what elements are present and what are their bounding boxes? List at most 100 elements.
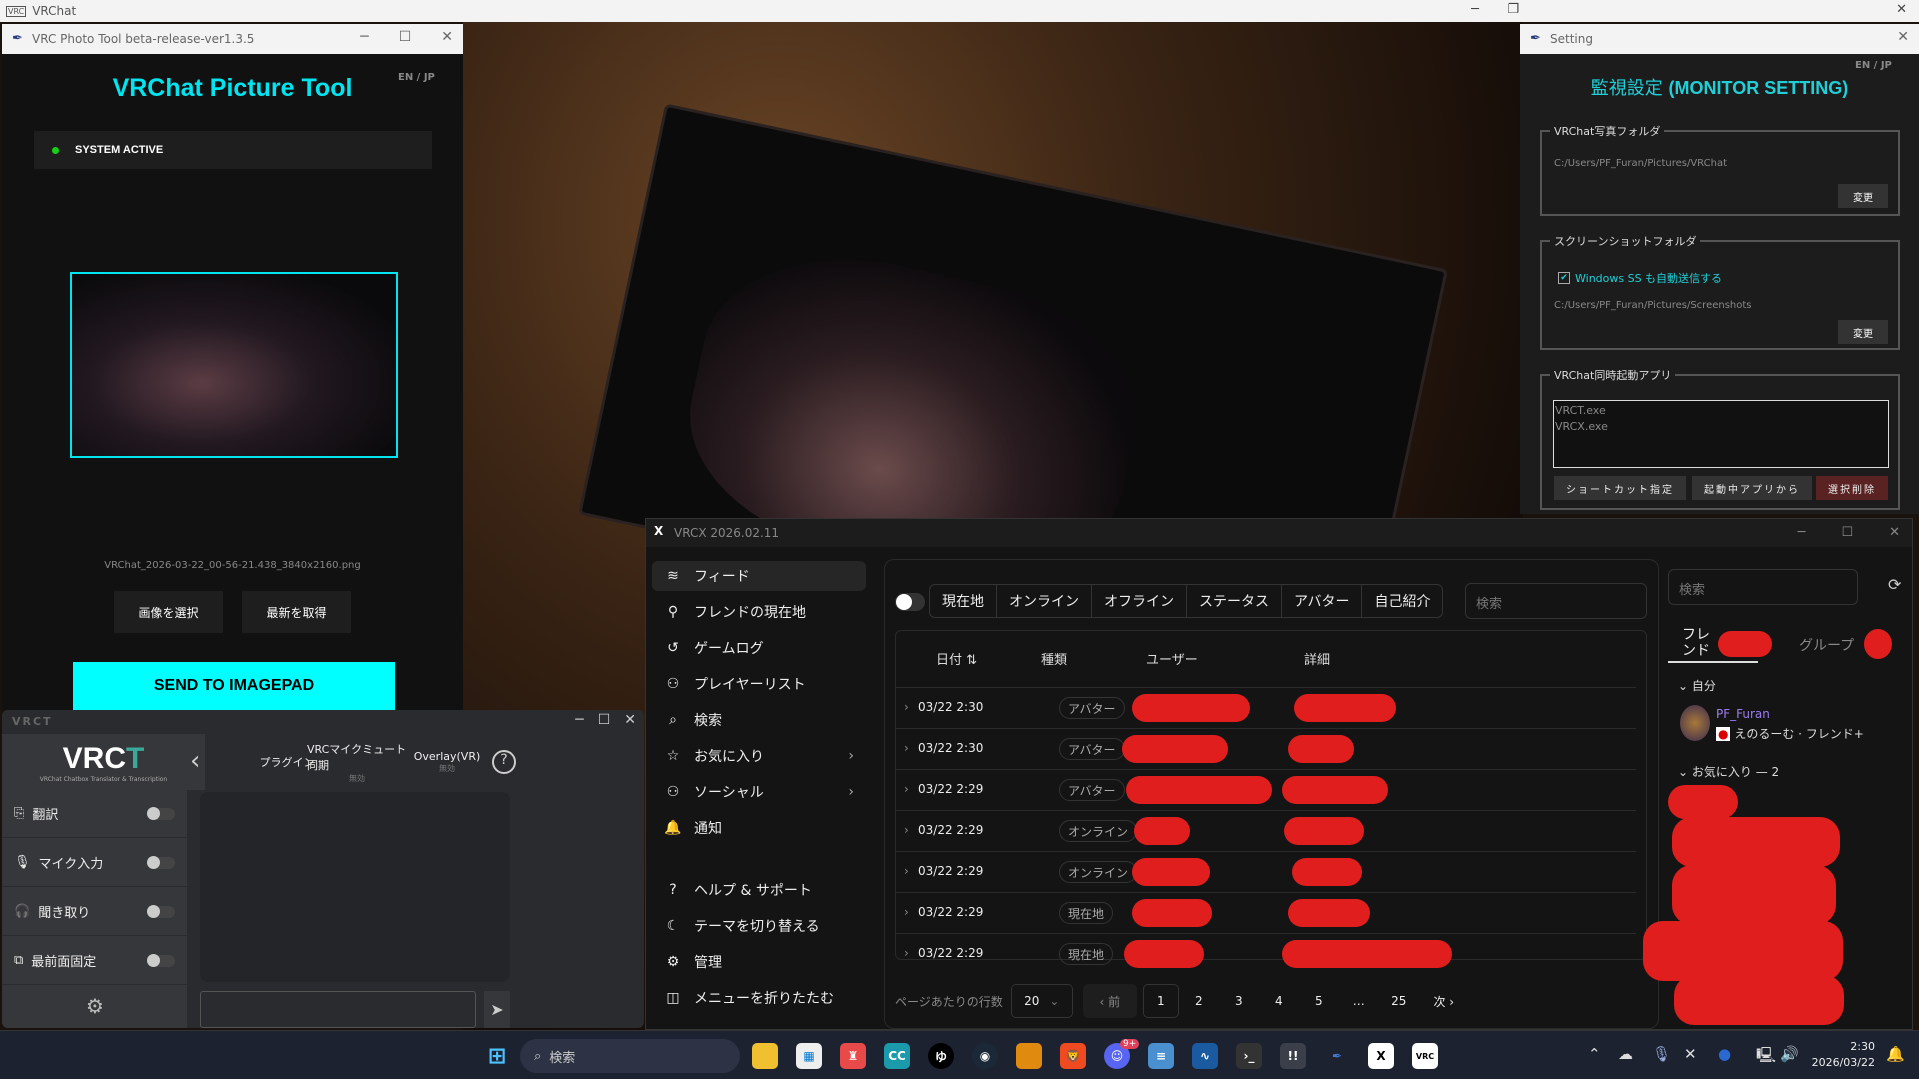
brave-icon[interactable]: 🦁 bbox=[1060, 1043, 1086, 1069]
close-button[interactable]: ✕ bbox=[1889, 525, 1900, 540]
network-icon[interactable]: 🖳 bbox=[1756, 1045, 1776, 1070]
always-on-top-toggle[interactable] bbox=[147, 954, 175, 967]
page-1[interactable]: 1 bbox=[1142, 984, 1179, 1018]
page-5[interactable]: 5 bbox=[1299, 984, 1339, 1018]
nav-collapse-menu[interactable]: ◫ メニューを折りたたむ bbox=[652, 983, 866, 1013]
clock[interactable]: 2:30 2026/03/22 bbox=[1812, 1039, 1875, 1071]
maximize-button[interactable]: ☐ bbox=[399, 29, 412, 45]
column-date[interactable]: 日付 ⇅ bbox=[936, 649, 977, 668]
app-list-item[interactable]: VRCX.exe bbox=[1555, 419, 1887, 435]
shortcut-button[interactable]: ショートカット指定 bbox=[1554, 476, 1686, 500]
page-25[interactable]: 25 bbox=[1379, 984, 1419, 1018]
filter-offline[interactable]: オフライン bbox=[1092, 585, 1187, 617]
help-icon[interactable]: ? bbox=[492, 750, 516, 774]
translation-toggle-row[interactable]: ⎘ 翻訳 bbox=[2, 790, 187, 838]
send-to-imagepad-button[interactable]: SEND TO IMAGEPAD bbox=[73, 662, 395, 710]
page-ellipsis[interactable]: … bbox=[1339, 984, 1379, 1018]
self-username[interactable]: PF_Furan bbox=[1716, 707, 1770, 721]
tab-friends[interactable]: フレンド bbox=[1682, 627, 1712, 659]
nav-search[interactable]: ⌕ 検索 bbox=[652, 705, 866, 735]
nav-favorites[interactable]: ☆ お気に入り › bbox=[652, 741, 866, 771]
app-list-item[interactable]: VRCT.exe bbox=[1555, 403, 1887, 419]
minimize-button[interactable]: ─ bbox=[1798, 525, 1806, 540]
listening-toggle-row[interactable]: 🎧 聞き取り bbox=[2, 888, 187, 936]
delete-selected-button[interactable]: 選択削除 bbox=[1816, 476, 1888, 500]
friend-search-input[interactable]: 検索 bbox=[1668, 569, 1858, 605]
nav-friends-location[interactable]: ⚲ フレンドの現在地 bbox=[652, 597, 866, 627]
translation-toggle[interactable] bbox=[147, 807, 175, 820]
table-row[interactable]: › 03/22 2:29 現在地 bbox=[896, 933, 1636, 974]
mic-toggle[interactable] bbox=[147, 856, 175, 869]
get-latest-button[interactable]: 最新を取得 bbox=[242, 591, 351, 633]
expand-chevron-icon[interactable]: › bbox=[904, 864, 909, 878]
steam-icon[interactable]: ◉ bbox=[972, 1043, 998, 1069]
volume-icon[interactable]: 🔊 bbox=[1780, 1045, 1799, 1063]
prev-page-button[interactable]: ‹ 前 bbox=[1082, 984, 1137, 1018]
expand-chevron-icon[interactable]: › bbox=[904, 946, 909, 960]
nav-manage[interactable]: ⚙ 管理 bbox=[652, 947, 866, 977]
close-button[interactable]: ✕ bbox=[441, 29, 453, 45]
nav-theme[interactable]: ☾ テーマを切り替える bbox=[652, 911, 866, 941]
avatar[interactable] bbox=[1680, 705, 1710, 741]
table-row[interactable]: › 03/22 2:29 オンライン bbox=[896, 810, 1636, 851]
nav-notifications[interactable]: 🔔 通知 bbox=[652, 813, 866, 843]
cc-icon[interactable]: CC bbox=[884, 1043, 910, 1069]
minimize-button[interactable]: ─ bbox=[1471, 2, 1479, 17]
terminal-icon[interactable]: ›_ bbox=[1236, 1043, 1262, 1069]
language-toggle[interactable]: EN / JP bbox=[398, 72, 435, 83]
close-button[interactable]: ✕ bbox=[1897, 29, 1909, 45]
expand-chevron-icon[interactable]: › bbox=[904, 782, 909, 796]
minimize-button[interactable]: ─ bbox=[360, 29, 368, 45]
select-image-button[interactable]: 画像を選択 bbox=[114, 591, 223, 633]
notepad-icon[interactable]: ≡ bbox=[1148, 1043, 1174, 1069]
refresh-icon[interactable]: ⟳ bbox=[1888, 575, 1901, 594]
start-windows-icon[interactable]: ⊞ bbox=[484, 1043, 510, 1069]
yu-app-icon[interactable]: ゆ bbox=[928, 1043, 954, 1069]
mic-input-toggle-row[interactable]: 🎙 マイク入力 bbox=[2, 839, 187, 887]
listening-toggle[interactable] bbox=[147, 905, 175, 918]
table-row[interactable]: › 03/22 2:29 アバター bbox=[896, 769, 1636, 810]
vrchat-taskbar-icon[interactable]: VRC bbox=[1412, 1043, 1438, 1069]
filter-status[interactable]: ステータス bbox=[1187, 585, 1282, 617]
feed-search-input[interactable]: 検索 bbox=[1465, 583, 1647, 619]
monitor-app-icon[interactable] bbox=[1016, 1043, 1042, 1069]
always-on-top-toggle-row[interactable]: ⧉ 最前面固定 bbox=[2, 937, 187, 985]
vrct-taskbar-icon[interactable]: !! bbox=[1280, 1043, 1306, 1069]
filter-online[interactable]: オンライン bbox=[997, 585, 1092, 617]
expand-chevron-icon[interactable]: › bbox=[904, 905, 909, 919]
nav-player-list[interactable]: ⚇ プレイヤーリスト bbox=[652, 669, 866, 699]
table-row[interactable]: › 03/22 2:30 アバター bbox=[896, 687, 1636, 728]
send-message-button[interactable]: ➤ bbox=[484, 991, 510, 1028]
language-toggle[interactable]: EN / JP bbox=[1855, 60, 1892, 71]
tab-groups[interactable]: グループ bbox=[1799, 635, 1854, 655]
collapse-chevron-icon[interactable]: ‹ bbox=[190, 746, 200, 776]
vrcx-taskbar-icon[interactable]: X bbox=[1368, 1043, 1394, 1069]
filter-location[interactable]: 現在地 bbox=[930, 585, 997, 617]
taskbar-search[interactable]: ⌕ 検索 bbox=[520, 1039, 740, 1073]
table-row[interactable]: › 03/22 2:30 アバター bbox=[896, 728, 1636, 769]
change-folder-button[interactable]: 変更 bbox=[1838, 320, 1888, 344]
minimize-button[interactable]: ─ bbox=[575, 712, 583, 728]
message-input[interactable] bbox=[200, 991, 476, 1028]
self-section-header[interactable]: ⌄ 自分 bbox=[1678, 677, 1716, 694]
tray-overflow-icon[interactable]: ⌃ bbox=[1588, 1045, 1601, 1063]
x-tray-icon[interactable]: ✕ bbox=[1684, 1045, 1697, 1063]
table-row[interactable]: › 03/22 2:29 現在地 bbox=[896, 892, 1636, 933]
from-running-button[interactable]: 起動中アプリから bbox=[1692, 476, 1812, 500]
microphone-tray-icon[interactable]: 🎙 bbox=[1652, 1045, 1671, 1063]
app-icon[interactable]: ♜ bbox=[840, 1043, 866, 1069]
file-explorer-icon[interactable] bbox=[752, 1043, 778, 1069]
onedrive-icon[interactable]: ☁ bbox=[1618, 1045, 1633, 1063]
close-button[interactable]: ✕ bbox=[1896, 2, 1907, 17]
app-tray-icon[interactable]: ● bbox=[1718, 1045, 1731, 1063]
page-4[interactable]: 4 bbox=[1259, 984, 1299, 1018]
rows-per-page-select[interactable]: 20 ⌄ bbox=[1010, 984, 1073, 1018]
settings-gear-icon[interactable]: ⚙ bbox=[86, 994, 104, 1018]
overlay-button[interactable]: Overlay(VR) 無効 bbox=[412, 734, 482, 790]
filter-avatar[interactable]: アバター bbox=[1282, 585, 1363, 617]
mic-mute-sync-button[interactable]: VRCマイクミュート同期 無効 bbox=[307, 734, 407, 790]
store-icon[interactable]: ▦ bbox=[796, 1043, 822, 1069]
favorites-section-header[interactable]: ⌄ お気に入り — 2 bbox=[1678, 763, 1779, 780]
feather-app-icon[interactable]: ✒ bbox=[1324, 1043, 1350, 1069]
maximize-button[interactable]: ☐ bbox=[598, 712, 611, 728]
